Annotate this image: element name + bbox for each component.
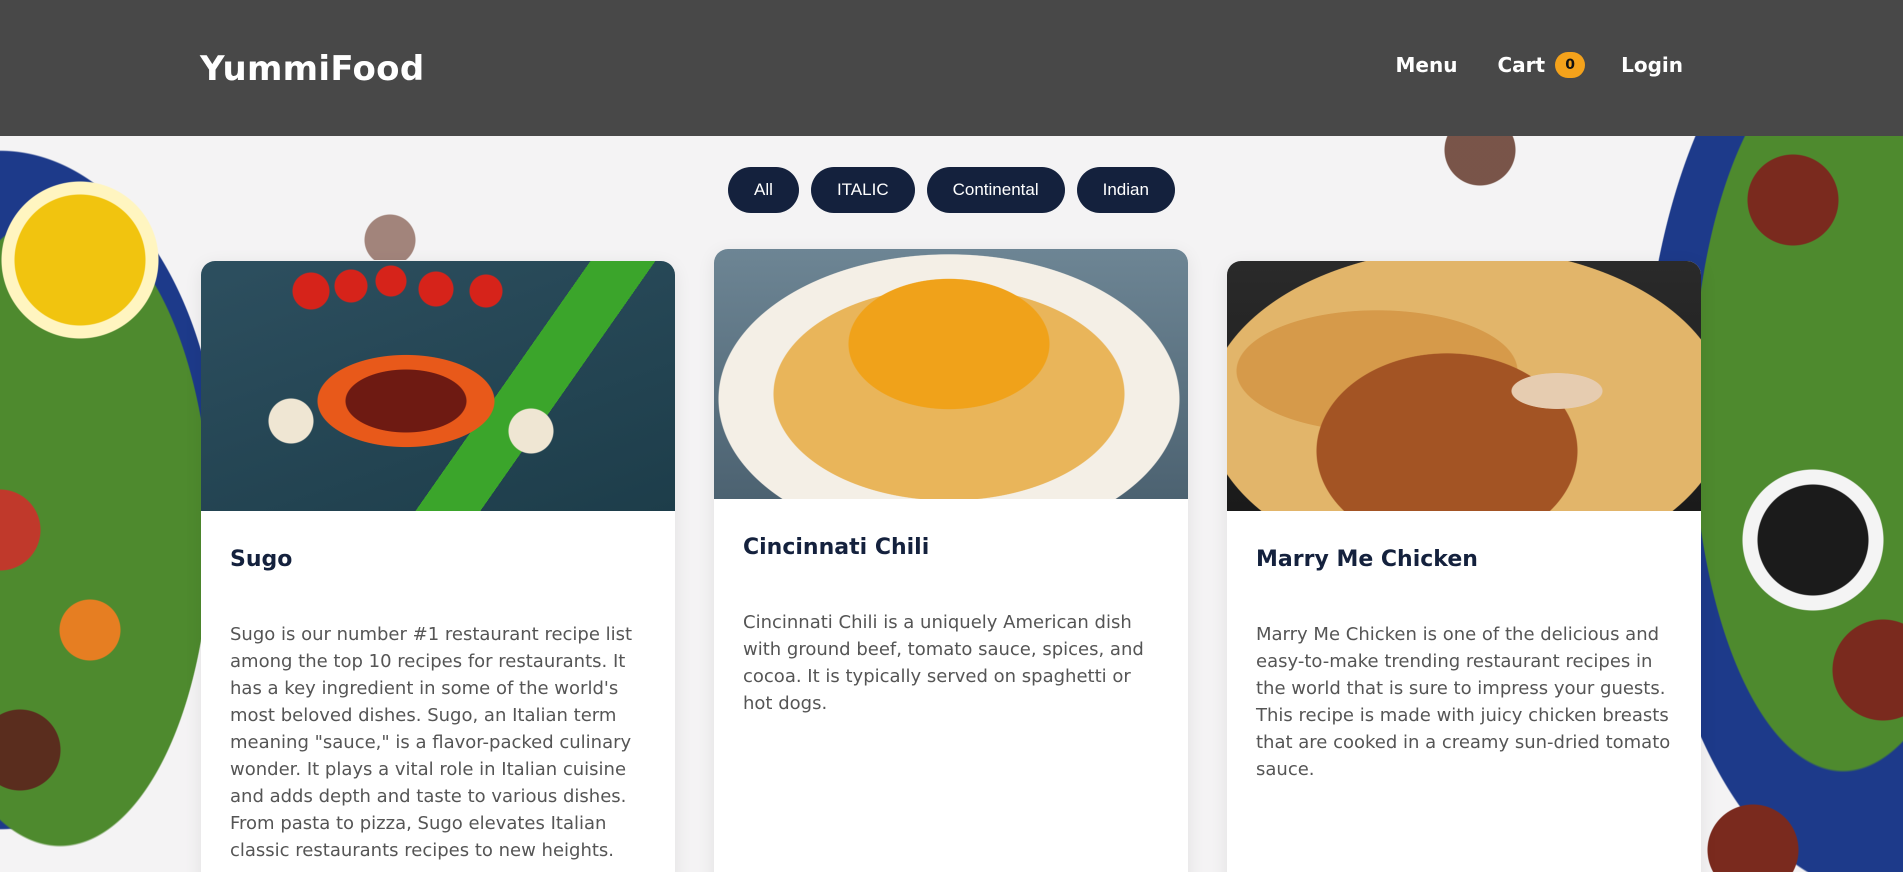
top-navbar: YummiFood Menu Cart 0 Login [0, 0, 1903, 136]
filter-indian-button[interactable]: Indian [1076, 167, 1175, 213]
recipe-title: Marry Me Chicken [1256, 547, 1478, 572]
filter-continental-button[interactable]: Continental [926, 167, 1065, 213]
brand-logo[interactable]: YummiFood [200, 49, 424, 89]
nav-cart-label: Cart [1497, 53, 1546, 77]
recipe-title: Cincinnati Chili [743, 535, 930, 560]
recipe-description: Marry Me Chicken is one of the delicious… [1256, 624, 1671, 780]
recipe-card[interactable]: Cincinnati Chili Cincinnati Chili is a u… [714, 249, 1188, 872]
recipe-description: Cincinnati Chili is a uniquely American … [743, 612, 1144, 714]
cart-count-badge: 0 [1555, 52, 1586, 78]
recipe-image-marry-me-chicken [1227, 261, 1701, 511]
recipe-card[interactable]: Marry Me Chicken Marry Me Chicken is one… [1227, 261, 1701, 872]
main-nav: Menu Cart 0 Login [1396, 52, 1683, 78]
recipe-title: Sugo [230, 547, 293, 572]
nav-menu-link[interactable]: Menu [1396, 53, 1458, 77]
category-filter-bar: All ITALIC Continental Indian [0, 167, 1903, 213]
nav-login-link[interactable]: Login [1621, 53, 1683, 77]
recipe-card[interactable]: Sugo Sugo is our number #1 restaurant re… [201, 261, 675, 872]
recipe-description: Sugo is our number #1 restaurant recipe … [230, 624, 633, 861]
filter-all-button[interactable]: All [728, 167, 799, 213]
recipe-image-cincinnati-chili [714, 249, 1188, 499]
filter-italic-button[interactable]: ITALIC [810, 167, 915, 213]
nav-cart-link[interactable]: Cart 0 [1497, 52, 1586, 78]
recipe-image-sugo [201, 261, 675, 511]
